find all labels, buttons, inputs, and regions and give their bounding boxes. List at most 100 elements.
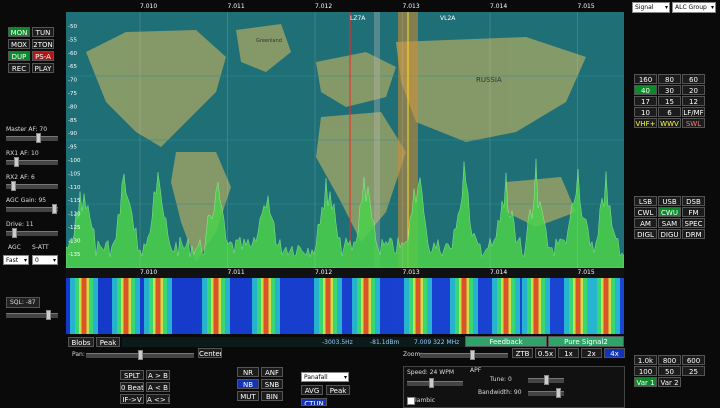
- slider-thumb[interactable]: [12, 228, 17, 238]
- mode-button-ps-a[interactable]: PS-A: [32, 51, 54, 61]
- display-mode-select[interactable]: Panafall: [301, 372, 349, 382]
- filter-button-1-0k[interactable]: 1.0k: [634, 355, 657, 365]
- demod-button-drm[interactable]: DRM: [682, 229, 705, 239]
- slider-thumb[interactable]: [556, 388, 561, 398]
- zoom-button-2x[interactable]: 2x: [581, 348, 602, 358]
- slider-thumb[interactable]: [429, 378, 434, 388]
- slider-thumb[interactable]: [470, 350, 475, 360]
- demod-button-cwl[interactable]: CWL: [634, 207, 657, 217]
- nr-button-bin[interactable]: BIN: [261, 391, 283, 401]
- slider-thumb[interactable]: [544, 375, 549, 385]
- demod-button-lsb[interactable]: LSB: [634, 196, 657, 206]
- alc-select[interactable]: ALC Group: [672, 2, 716, 13]
- rx2-af-slider[interactable]: [6, 181, 58, 191]
- filter-button-50[interactable]: 50: [658, 366, 681, 376]
- band-button-swl[interactable]: SWL: [682, 118, 705, 128]
- sql-slider[interactable]: [6, 310, 58, 320]
- vfo-button-0-beat[interactable]: 0 Beat: [120, 382, 144, 392]
- demod-button-spec[interactable]: SPEC: [682, 218, 705, 228]
- panadapter[interactable]: Greenland RUSSIA LZ7A VL2A -50 -55 -60 -65 -…: [66, 12, 624, 268]
- peak-display-button[interactable]: Peak: [326, 385, 350, 395]
- band-button-30[interactable]: 30: [658, 85, 681, 95]
- demod-button-digl[interactable]: DIGL: [634, 229, 657, 239]
- filter-button-800[interactable]: 800: [658, 355, 681, 365]
- band-button-10[interactable]: 10: [634, 107, 657, 117]
- slider-thumb[interactable]: [138, 350, 143, 360]
- filter-button-var-2[interactable]: Var 2: [658, 377, 681, 387]
- filter-button-600[interactable]: 600: [682, 355, 705, 365]
- apf-bandwidth-slider[interactable]: [528, 388, 564, 398]
- drive-slider[interactable]: [6, 228, 58, 238]
- feedback-button[interactable]: Feedback: [465, 336, 547, 347]
- slider-thumb[interactable]: [52, 204, 57, 214]
- cw-speed-slider[interactable]: [407, 378, 463, 388]
- zoom-button-0-5x[interactable]: 0.5x: [535, 348, 556, 358]
- vfo-button-a-b[interactable]: A > B: [146, 370, 170, 380]
- band-button-15[interactable]: 15: [658, 96, 681, 106]
- avg-button[interactable]: AVG: [301, 385, 323, 395]
- agc-gain-slider[interactable]: [6, 204, 58, 214]
- master-af-slider[interactable]: [6, 133, 58, 143]
- mode-button-tun[interactable]: TUN: [32, 27, 54, 37]
- band-button-17[interactable]: 17: [634, 96, 657, 106]
- band-button-vhf[interactable]: VHF+: [634, 118, 657, 128]
- demod-button-digu[interactable]: DIGU: [658, 229, 681, 239]
- peak-button[interactable]: Peak: [96, 337, 120, 347]
- callsign-spot-2[interactable]: VL2A: [440, 15, 456, 22]
- band-button-6[interactable]: 6: [658, 107, 681, 117]
- demod-button-dsb[interactable]: DSB: [682, 196, 705, 206]
- nr-button-mut[interactable]: MUT: [237, 391, 259, 401]
- band-button-160[interactable]: 160: [634, 74, 657, 84]
- band-button-wwv[interactable]: WWV: [658, 118, 681, 128]
- meter-select[interactable]: Signal: [632, 2, 670, 13]
- band-button-lf-mf[interactable]: LF/MF: [682, 107, 705, 117]
- ctun-button[interactable]: CTUN: [301, 398, 327, 406]
- pan-slider[interactable]: [86, 350, 194, 360]
- demod-button-usb[interactable]: USB: [658, 196, 681, 206]
- zoom-slider[interactable]: [420, 350, 508, 360]
- waterfall[interactable]: [66, 278, 624, 334]
- demod-button-cwu[interactable]: CWU: [658, 207, 681, 217]
- center-button[interactable]: Center: [198, 348, 222, 358]
- blobs-button[interactable]: Blobs: [68, 337, 94, 347]
- demod-button-sam[interactable]: SAM: [658, 218, 681, 228]
- nr-button-nb[interactable]: NB: [237, 379, 259, 389]
- mode-button-mon[interactable]: MON: [8, 27, 30, 37]
- vfo-button-a-b[interactable]: A < B: [146, 382, 170, 392]
- nr-button-anf[interactable]: ANF: [261, 367, 283, 377]
- slider-thumb[interactable]: [11, 181, 16, 191]
- slider-thumb[interactable]: [46, 310, 51, 320]
- band-button-60[interactable]: 60: [682, 74, 705, 84]
- slider-thumb[interactable]: [14, 157, 19, 167]
- demod-button-am[interactable]: AM: [634, 218, 657, 228]
- mode-button-rec[interactable]: REC: [8, 63, 30, 73]
- filter-button-25[interactable]: 25: [682, 366, 705, 376]
- mode-button-2ton[interactable]: 2TON: [32, 39, 54, 49]
- zoom-button-4x[interactable]: 4x: [604, 348, 625, 358]
- demod-button-fm[interactable]: FM: [682, 207, 705, 217]
- mode-button-play[interactable]: PLAY: [32, 63, 54, 73]
- zoom-button-ztb[interactable]: ZTB: [512, 348, 533, 358]
- vfo-button-a-b[interactable]: A <> B: [146, 394, 170, 404]
- slider-thumb[interactable]: [36, 133, 41, 143]
- agc-mode-select[interactable]: Fast: [3, 255, 29, 265]
- callsign-spot-1[interactable]: LZ7A: [350, 15, 366, 22]
- pure-signal-button[interactable]: Pure Signal2: [548, 336, 624, 347]
- mode-button-dup[interactable]: DUP: [8, 51, 30, 61]
- band-button-20[interactable]: 20: [682, 85, 705, 95]
- band-button-40[interactable]: 40: [634, 85, 657, 95]
- filter-button-100[interactable]: 100: [634, 366, 657, 376]
- mode-button-mox[interactable]: MOX: [8, 39, 30, 49]
- vfo-button-if-v[interactable]: IF->V: [120, 394, 144, 404]
- nr-button-nr[interactable]: NR: [237, 367, 259, 377]
- zoom-button-1x[interactable]: 1x: [558, 348, 579, 358]
- nr-button-snb[interactable]: SNB: [261, 379, 283, 389]
- band-button-80[interactable]: 80: [658, 74, 681, 84]
- vfo-button-splt[interactable]: SPLT: [120, 370, 144, 380]
- satt-stepper[interactable]: 0: [32, 255, 58, 265]
- apf-tune-slider[interactable]: [528, 375, 564, 385]
- filter-button-var-1[interactable]: Var 1: [634, 377, 657, 387]
- rx1-af-slider[interactable]: [6, 157, 58, 167]
- map-label-russia: RUSSIA: [476, 76, 502, 84]
- band-button-12[interactable]: 12: [682, 96, 705, 106]
